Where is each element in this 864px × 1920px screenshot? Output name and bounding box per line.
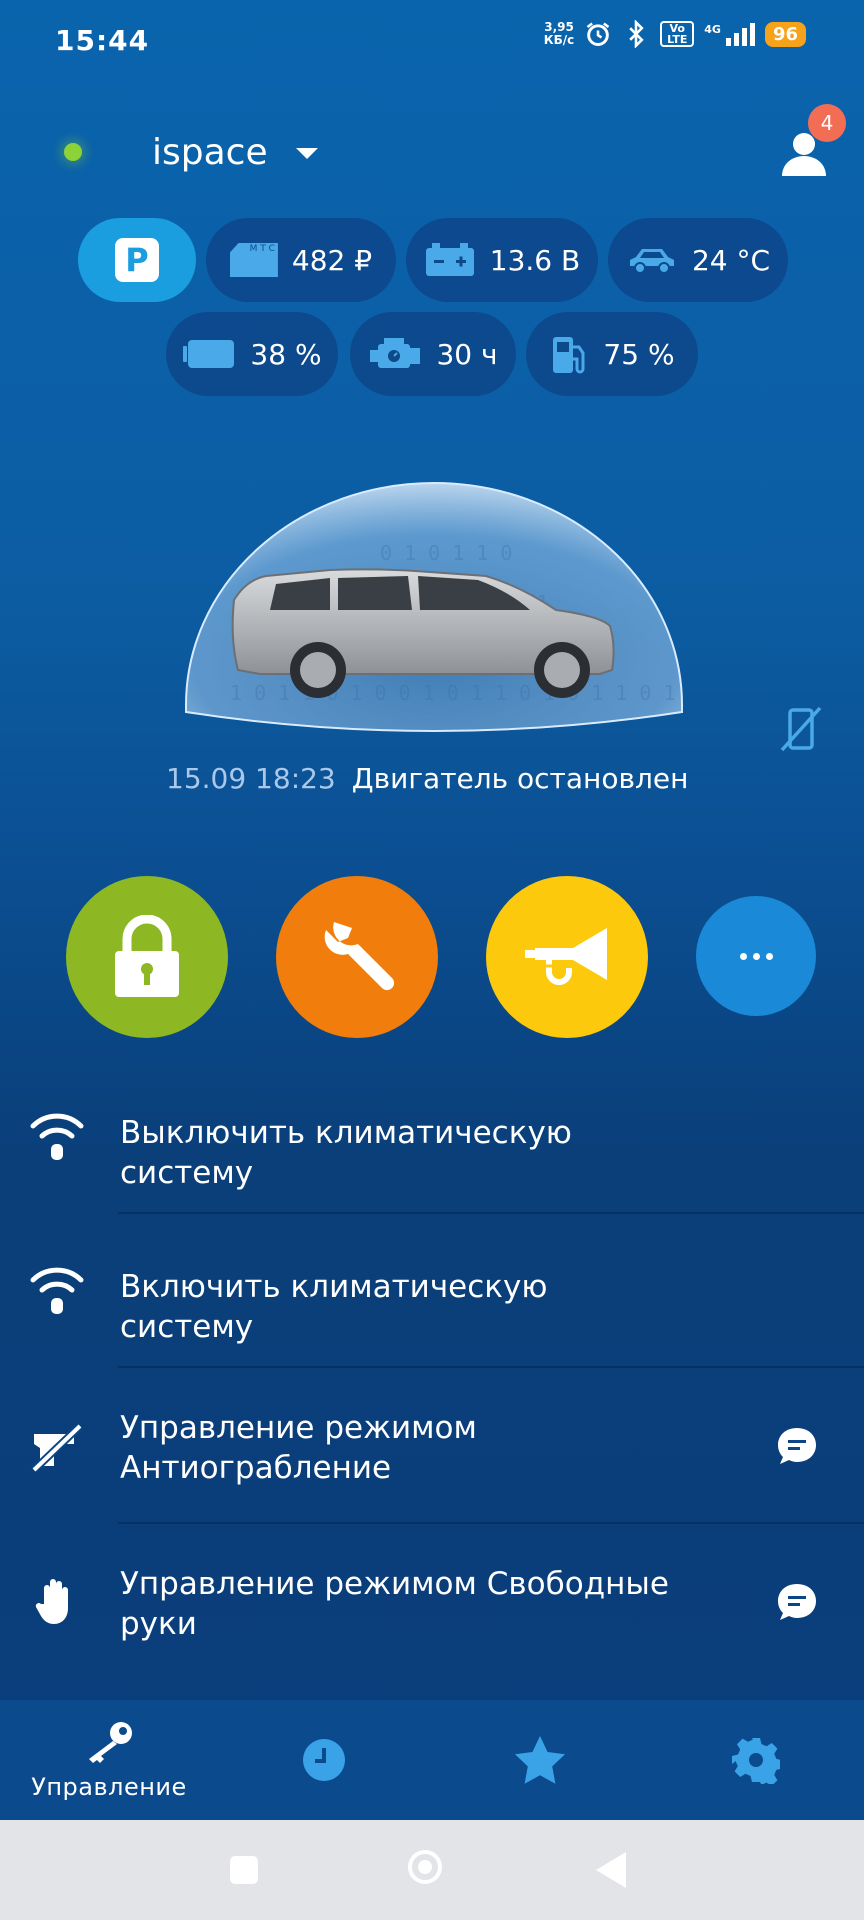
engine-status: Двигатель остановлен	[351, 762, 689, 795]
horn-button[interactable]	[486, 876, 648, 1038]
nav-history[interactable]	[276, 1700, 372, 1820]
home-button[interactable]	[408, 1850, 442, 1884]
alarm-icon	[586, 22, 610, 46]
clock-icon	[303, 1739, 345, 1781]
back-button[interactable]	[596, 1852, 626, 1888]
status-icons: 3,95 КБ/с Vo LTE 4G 96	[544, 20, 806, 48]
device-battery-icon	[183, 340, 235, 368]
service-button[interactable]	[276, 876, 438, 1038]
nav-control-label: Управление	[31, 1773, 187, 1801]
chat-icon[interactable]	[776, 1582, 818, 1622]
menu-item-climate-on[interactable]: Включить климатическую систему	[0, 1214, 864, 1368]
engine-icon	[370, 338, 421, 368]
menu-item-label: Включить климатическую систему	[120, 1269, 548, 1345]
more-dots-icon	[739, 952, 773, 960]
status-bar: 15:44 3,95 КБ/с Vo LTE 4G 96	[0, 0, 864, 84]
menu-item-label: Управление режимом Антиограбление	[120, 1410, 477, 1486]
net-speed: 3,95 КБ/с	[543, 20, 575, 47]
car-status-line: 15.09 18:23 Двигатель остановлен	[166, 762, 688, 795]
notification-badge: 4	[808, 104, 846, 142]
bluetooth-icon	[629, 20, 644, 48]
car-protection-dome: 1 0 1 1 0 1 0 0 1 0 1 1 0 1 0 1 1 0 1 0 …	[185, 482, 683, 732]
status-date: 15.09 18:23	[166, 762, 336, 795]
nav-settings[interactable]	[708, 1700, 804, 1820]
balance-value: 482 ₽	[291, 243, 373, 277]
star-icon	[515, 1736, 565, 1784]
temperature-value: 24 °C	[691, 243, 771, 277]
gear-icon	[732, 1738, 780, 1784]
car-battery-icon	[425, 243, 474, 276]
no-sim-icon[interactable]	[778, 704, 824, 754]
balance-chip[interactable]: M T C 482 ₽	[206, 218, 396, 302]
signal-icon: 4G	[704, 22, 755, 46]
nav-control[interactable]: Управление	[24, 1700, 194, 1820]
chat-icon[interactable]	[776, 1426, 818, 1466]
wifi-signal-icon	[30, 1113, 84, 1160]
system-navigation-bar	[0, 1820, 864, 1920]
fuel-chip[interactable]: 75 %	[526, 312, 698, 396]
lock-button[interactable]	[66, 876, 228, 1038]
temperature-chip[interactable]: 24 °C	[608, 218, 788, 302]
nav-favorites[interactable]	[492, 1700, 588, 1820]
battery-level-chip[interactable]: 38 %	[166, 312, 338, 396]
car-icon	[629, 249, 674, 274]
horn-icon	[525, 928, 607, 985]
voltage-chip[interactable]: 13.6 В	[406, 218, 598, 302]
parking-mode-chip[interactable]: P	[78, 218, 196, 302]
more-actions-button[interactable]	[696, 896, 816, 1016]
parking-icon: P	[115, 238, 159, 282]
menu-item-label: Выключить климатическую систему	[120, 1115, 572, 1191]
fuel-pump-icon	[553, 337, 585, 374]
battery-indicator: 96	[764, 21, 806, 47]
lock-icon	[115, 915, 179, 997]
key-icon	[89, 1722, 132, 1763]
status-time: 15:44	[55, 24, 150, 57]
sim-card-icon: M T C	[229, 243, 278, 277]
app-screen: 15:44 3,95 КБ/с Vo LTE 4G 96 ispace 4 P …	[0, 0, 864, 1920]
menu-item-label: Управление режимом Свободные руки	[120, 1566, 669, 1642]
menu-item-hands-free[interactable]: Управление режимом Свободные руки	[0, 1524, 864, 1678]
voltage-value: 13.6 В	[489, 243, 581, 277]
online-indicator	[64, 143, 82, 161]
engine-hours-value: 30 ч	[436, 337, 498, 371]
device-name[interactable]: ispace	[152, 132, 268, 173]
wifi-signal-icon	[30, 1267, 84, 1314]
hand-icon	[35, 1579, 68, 1624]
chevron-down-icon[interactable]	[296, 148, 318, 159]
recent-apps-button[interactable]	[230, 1856, 258, 1884]
engine-hours-chip[interactable]: 30 ч	[350, 312, 516, 396]
menu-item-climate-off[interactable]: Выключить климатическую систему	[0, 1060, 864, 1214]
battery-level-value: 38 %	[250, 337, 322, 371]
volte-icon: Vo LTE	[660, 21, 695, 47]
menu-item-anti-robbery[interactable]: Управление режимом Антиограбление	[0, 1368, 864, 1522]
no-gun-icon	[31, 1423, 83, 1473]
bottom-navigation: Управление	[0, 1700, 864, 1820]
fuel-value: 75 %	[603, 337, 675, 371]
wrench-icon	[324, 922, 395, 991]
svg-text:0 1 0 1 1 0: 0 1 0 1 1 0	[380, 541, 512, 565]
